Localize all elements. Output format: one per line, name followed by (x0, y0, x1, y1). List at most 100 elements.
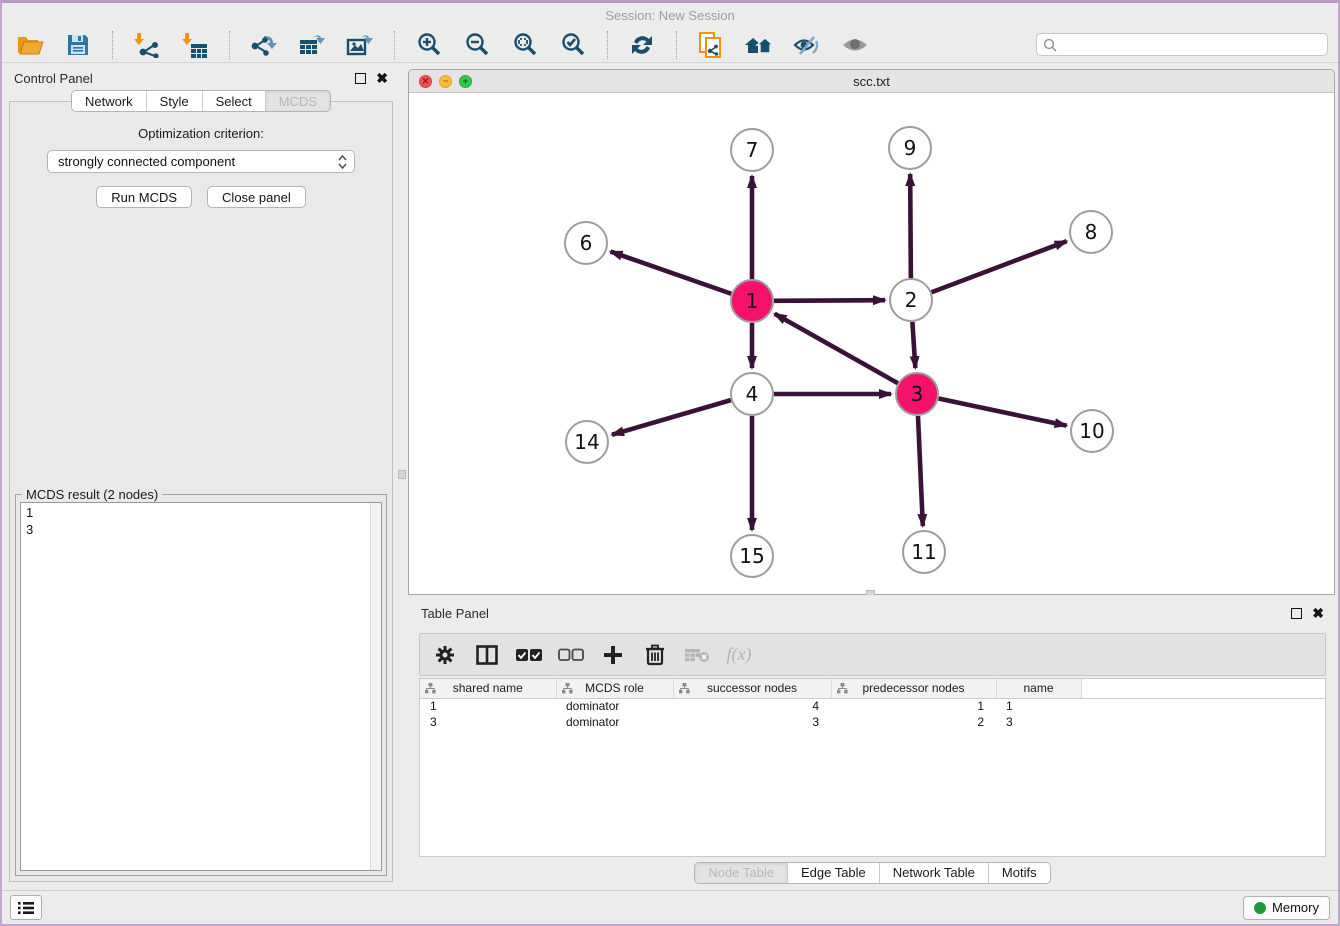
export-network-icon[interactable] (244, 30, 284, 60)
delete-table-icon[interactable] (684, 647, 710, 663)
edge-3-10[interactable] (939, 399, 1067, 426)
export-table-icon[interactable] (292, 30, 332, 60)
cell-shared-name[interactable]: 3 (420, 714, 556, 730)
toolbar-separator (112, 31, 113, 59)
edge-3-11[interactable] (918, 416, 923, 526)
edge-4-14[interactable] (612, 400, 731, 435)
node-14[interactable]: 14 (566, 421, 608, 463)
control-panel-close-button[interactable]: ✖ (376, 71, 388, 85)
memory-label: Memory (1272, 900, 1319, 915)
table-row[interactable]: 3dominator323 (420, 714, 1325, 730)
search-box[interactable] (1036, 33, 1328, 56)
apply-preferred-layout-icon[interactable] (622, 30, 662, 60)
close-panel-button[interactable]: Close panel (207, 186, 306, 208)
node-15[interactable]: 15 (731, 535, 773, 577)
tab-node-table[interactable]: Node Table (695, 863, 787, 883)
table-options-icon[interactable] (432, 645, 458, 665)
column-header-predecessor-nodes[interactable]: predecessor nodes (831, 679, 996, 698)
tab-motifs[interactable]: Motifs (988, 863, 1050, 883)
cell-predecessor-nodes[interactable]: 2 (831, 714, 996, 730)
run-mcds-button[interactable]: Run MCDS (96, 186, 192, 208)
cell-successor-nodes[interactable]: 3 (673, 714, 831, 730)
zoom-in-icon[interactable] (409, 30, 449, 60)
zoom-out-icon[interactable] (457, 30, 497, 60)
network-graph[interactable]: 7 9 6 8 1 2 4 3 14 10 15 11 (409, 93, 1335, 593)
control-panel-float-button[interactable] (355, 73, 366, 84)
table-panel-close-button[interactable]: ✖ (1312, 606, 1324, 620)
select-all-columns-icon[interactable] (516, 648, 542, 662)
memory-button[interactable]: Memory (1243, 896, 1330, 920)
add-column-icon[interactable] (600, 645, 626, 665)
cell-name[interactable]: 1 (996, 698, 1081, 714)
cell-filler (1081, 714, 1325, 730)
node-2[interactable]: 2 (890, 279, 932, 321)
tab-style[interactable]: Style (146, 91, 202, 111)
vertical-splitter-grip[interactable] (398, 470, 406, 479)
edge-2-9[interactable] (910, 174, 911, 278)
node-label: 14 (574, 430, 599, 454)
function-builder-icon[interactable]: f(x) (726, 644, 752, 665)
zoom-fit-icon[interactable] (505, 30, 545, 60)
network-canvas[interactable]: 7 9 6 8 1 2 4 3 14 10 15 11 (409, 93, 1334, 594)
task-history-button[interactable] (10, 895, 42, 920)
column-header-successor-nodes[interactable]: successor nodes (673, 679, 831, 698)
table-row[interactable]: 1dominator411 (420, 698, 1325, 714)
toolbar-separator (607, 31, 608, 59)
edge-2-3[interactable] (912, 322, 915, 368)
duplicate-network-icon[interactable] (691, 30, 731, 60)
node-7[interactable]: 7 (731, 129, 773, 171)
edge-1-6[interactable] (611, 252, 732, 294)
window-minimize-button[interactable]: − (439, 75, 452, 88)
node-3[interactable]: 3 (896, 373, 938, 415)
window-zoom-button[interactable]: + (459, 75, 472, 88)
node-1[interactable]: 1 (731, 280, 773, 322)
node-11[interactable]: 11 (903, 531, 945, 573)
edge-3-1[interactable] (775, 314, 898, 383)
tab-network[interactable]: Network (72, 91, 146, 111)
zoom-selected-icon[interactable] (553, 30, 593, 60)
open-session-icon[interactable] (10, 30, 50, 60)
node-4[interactable]: 4 (731, 373, 773, 415)
unselect-all-columns-icon[interactable] (558, 648, 584, 662)
show-all-networks-icon[interactable] (739, 30, 779, 60)
node-8[interactable]: 8 (1070, 211, 1112, 253)
cell-successor-nodes[interactable]: 4 (673, 698, 831, 714)
show-column-icon[interactable] (474, 645, 500, 665)
show-graphics-details-icon[interactable] (835, 30, 875, 60)
cell-MCDS-role[interactable]: dominator (556, 698, 673, 714)
cell-name[interactable]: 3 (996, 714, 1081, 730)
column-header-label: shared name (453, 681, 523, 695)
node-table[interactable]: shared name MCDS rolesuccessor nodesprede… (419, 678, 1326, 857)
mcds-result-item[interactable]: 1 (26, 504, 381, 521)
tab-mcds[interactable]: MCDS (265, 91, 330, 111)
tab-edge-table[interactable]: Edge Table (787, 863, 879, 883)
optimization-criterion-select[interactable]: strongly connected component (47, 150, 355, 173)
tab-network-table[interactable]: Network Table (879, 863, 988, 883)
node-6[interactable]: 6 (565, 222, 607, 264)
hide-graphics-details-icon[interactable] (787, 30, 827, 60)
node-10[interactable]: 10 (1071, 410, 1113, 452)
table-panel-float-button[interactable] (1291, 608, 1302, 619)
search-input[interactable] (1057, 34, 1327, 55)
edge-1-2[interactable] (774, 300, 885, 301)
column-type-icon (425, 683, 436, 694)
window-close-button[interactable]: ✕ (419, 75, 432, 88)
import-table-icon[interactable] (175, 30, 215, 60)
node-9[interactable]: 9 (889, 127, 931, 169)
cell-shared-name[interactable]: 1 (420, 698, 556, 714)
column-header-shared-name[interactable]: shared name (420, 679, 556, 698)
mcds-result-item[interactable]: 3 (26, 521, 381, 538)
cell-predecessor-nodes[interactable]: 1 (831, 698, 996, 714)
import-network-icon[interactable] (127, 30, 167, 60)
delete-column-icon[interactable] (642, 644, 668, 666)
edge-2-8[interactable] (932, 241, 1067, 292)
cell-MCDS-role[interactable]: dominator (556, 714, 673, 730)
tab-select[interactable]: Select (202, 91, 265, 111)
export-image-icon[interactable] (340, 30, 380, 60)
column-header-MCDS-role[interactable]: MCDS role (556, 679, 673, 698)
control-panel-title: Control Panel (14, 71, 345, 86)
mcds-result-list[interactable]: 13 (20, 502, 382, 871)
save-session-icon[interactable] (58, 30, 98, 60)
result-scrollbar[interactable] (370, 503, 381, 870)
column-header-name[interactable]: name (996, 679, 1081, 698)
